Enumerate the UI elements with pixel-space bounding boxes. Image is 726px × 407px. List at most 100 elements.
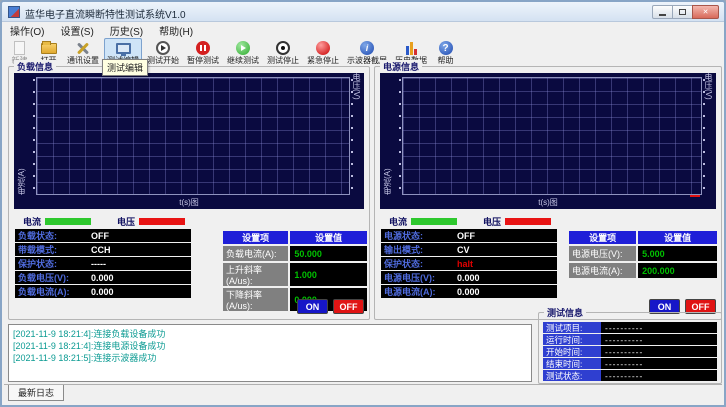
minimize-icon [659,14,666,16]
toolbar-test-start-label: 测试开始 [147,56,179,65]
test-info-table: 测试项目: ---------- 运行时间: ---------- 开始时间: … [543,322,717,382]
load-legend-voltage-swatch [139,218,185,225]
toolbar-stop-test-button[interactable]: 测试停止 [264,38,302,67]
test-info-group: 测试信息 测试项目: ---------- 运行时间: ---------- 开… [538,312,722,384]
toolbar-test-start-button[interactable]: 测试开始 [144,38,182,67]
toolbar-help-button[interactable]: ? 帮助 [432,38,459,67]
toolbar-pause-test-label: 暂停测试 [187,56,219,65]
load-off-button[interactable]: OFF [333,299,364,314]
title-bar[interactable]: 蓝华电子直流瞬断特性测试系统V1.0 ✕ [2,2,724,22]
log-line: [2021-11-9 18:21:5]:连接示波器成功 [13,352,527,364]
power-chart: 电流(A) 电压(V) t(s)图 [380,73,716,209]
table-row: 开始时间: ---------- [543,346,717,357]
set-power-voltage-label: 电源电压(V): [569,246,636,261]
power-state-label: 电源状态: [381,229,457,242]
maximize-button[interactable] [672,5,693,19]
power-legend-current-swatch [411,218,457,225]
settings-header-value: 设置值 [638,231,717,244]
menu-settings[interactable]: 设置(S) [52,23,101,38]
table-row: 负载状态: OFF [15,229,191,242]
toolbar-pause-test-button[interactable]: 暂停测试 [184,38,222,67]
test-edit-icon [114,40,132,56]
table-row: 电源电压(V): 0.000 [381,271,557,284]
table-row: 保护状态: ----- [15,257,191,270]
close-icon: ✕ [703,8,709,16]
minimize-button[interactable] [652,5,673,19]
stop-test-icon [274,40,292,56]
set-power-current-value: 200.000 [638,263,717,278]
load-legend-current-swatch [45,218,91,225]
power-legend-current-label: 电流 [389,215,407,228]
load-on-button[interactable]: ON [297,299,328,314]
load-status-table: 负载状态: OFF 带载模式: CCH 保护状态: ----- 负载电压(V):… [15,229,191,299]
table-row: 电源电流(A): 0.000 [381,285,557,298]
power-current-label: 电源电流(A): [381,285,457,298]
tab-latest-log[interactable]: 最新日志 [8,385,64,401]
open-folder-icon [40,40,58,56]
table-row: 负载电流(A): 0.000 [15,285,191,298]
load-chart-legend: 电流 电压 [23,215,211,227]
toolbar-stop-test-label: 测试停止 [267,56,299,65]
run-time-label: 运行时间: [543,334,601,345]
power-chart-x-label: t(s)图 [380,197,716,208]
window-controls: ✕ [653,5,719,19]
load-mode-value: CCH [91,245,191,255]
load-state-label: 负载状态: [15,229,91,242]
power-group-title: 电源信息 [380,60,422,73]
test-item-label: 测试项目: [543,322,601,333]
help-icon: ? [437,40,455,56]
toolbar-emergency-stop-button[interactable]: 紧急停止 [304,38,342,67]
load-protect-label: 保护状态: [15,257,91,270]
test-item-value: ---------- [601,322,717,333]
menu-operation[interactable]: 操作(O) [2,23,52,38]
tooltip-test-edit: 测试编辑 [102,59,148,76]
power-info-group: 电源信息 电流(A) 电压(V) t(s)图 电流 电压 电源状态: OFF 输… [374,66,722,320]
app-icon [8,6,20,18]
table-row: 保护状态: halt [381,257,557,270]
set-load-current-label: 负载电流(A): [223,246,288,261]
table-row: 运行时间: ---------- [543,334,717,345]
load-voltage-value: 0.000 [91,273,191,283]
load-onoff-buttons: ON OFF [297,299,364,314]
power-state-value: OFF [457,231,557,241]
load-state-value: OFF [91,231,191,241]
toolbar-resume-test-button[interactable]: 继续测试 [224,38,262,67]
load-current-label: 负载电流(A): [15,285,91,298]
table-row: 电源状态: OFF [381,229,557,242]
load-legend-voltage-label: 电压 [117,215,135,228]
set-load-current-value: 50.000 [290,246,367,261]
load-info-group: 负载信息 电流(A) 电压(V) t(s)图 电流 电压 负载状态: OFF 带… [8,66,370,320]
power-chart-y-right-label: 电压(V) [703,73,714,195]
close-button[interactable]: ✕ [692,5,719,19]
window-title: 蓝华电子直流瞬断特性测试系统V1.0 [25,6,186,21]
toolbar-comm-settings-button[interactable]: 通讯设置 [64,38,102,67]
table-row: 带载模式: CCH [15,243,191,256]
resume-test-icon [234,40,252,56]
comm-settings-icon [74,40,92,56]
settings-header-value: 设置值 [290,231,367,244]
power-mode-label: 输出模式: [381,243,457,256]
start-time-value: ---------- [601,346,717,357]
toolbar-comm-settings-label: 通讯设置 [67,56,99,65]
power-legend-voltage-swatch [505,218,551,225]
table-row: 负载电压(V): 0.000 [15,271,191,284]
log-line: [2021-11-9 18:21:4]:连接负载设备成功 [13,328,527,340]
app-window: 蓝华电子直流瞬断特性测试系统V1.0 ✕ 操作(O) 设置(S) 历史(S) 帮… [0,0,726,407]
log-line: [2021-11-9 18:21:4]:连接电源设备成功 [13,340,527,352]
menu-help[interactable]: 帮助(H) [151,23,201,38]
log-listbox[interactable]: [2021-11-9 18:21:4]:连接负载设备成功 [2021-11-9 … [8,324,532,382]
table-row: 测试状态: ---------- [543,370,717,381]
menu-history[interactable]: 历史(S) [102,23,151,38]
power-chart-cursor-mark [690,195,700,197]
power-status-table: 电源状态: OFF 输出模式: CV 保护状态: halt 电源电压(V): 0… [381,229,557,299]
start-time-label: 开始时间: [543,346,601,357]
power-voltage-label: 电源电压(V): [381,271,457,284]
power-chart-plot-area [402,77,702,195]
power-protect-label: 保护状态: [381,257,457,270]
settings-header-item: 设置项 [569,231,636,244]
test-state-value: ---------- [601,370,717,381]
emergency-stop-icon [314,40,332,56]
set-rise-slope-label: 上升斜率(A/us): [223,263,288,286]
table-row: 输出模式: CV [381,243,557,256]
power-voltage-value: 0.000 [457,273,557,283]
